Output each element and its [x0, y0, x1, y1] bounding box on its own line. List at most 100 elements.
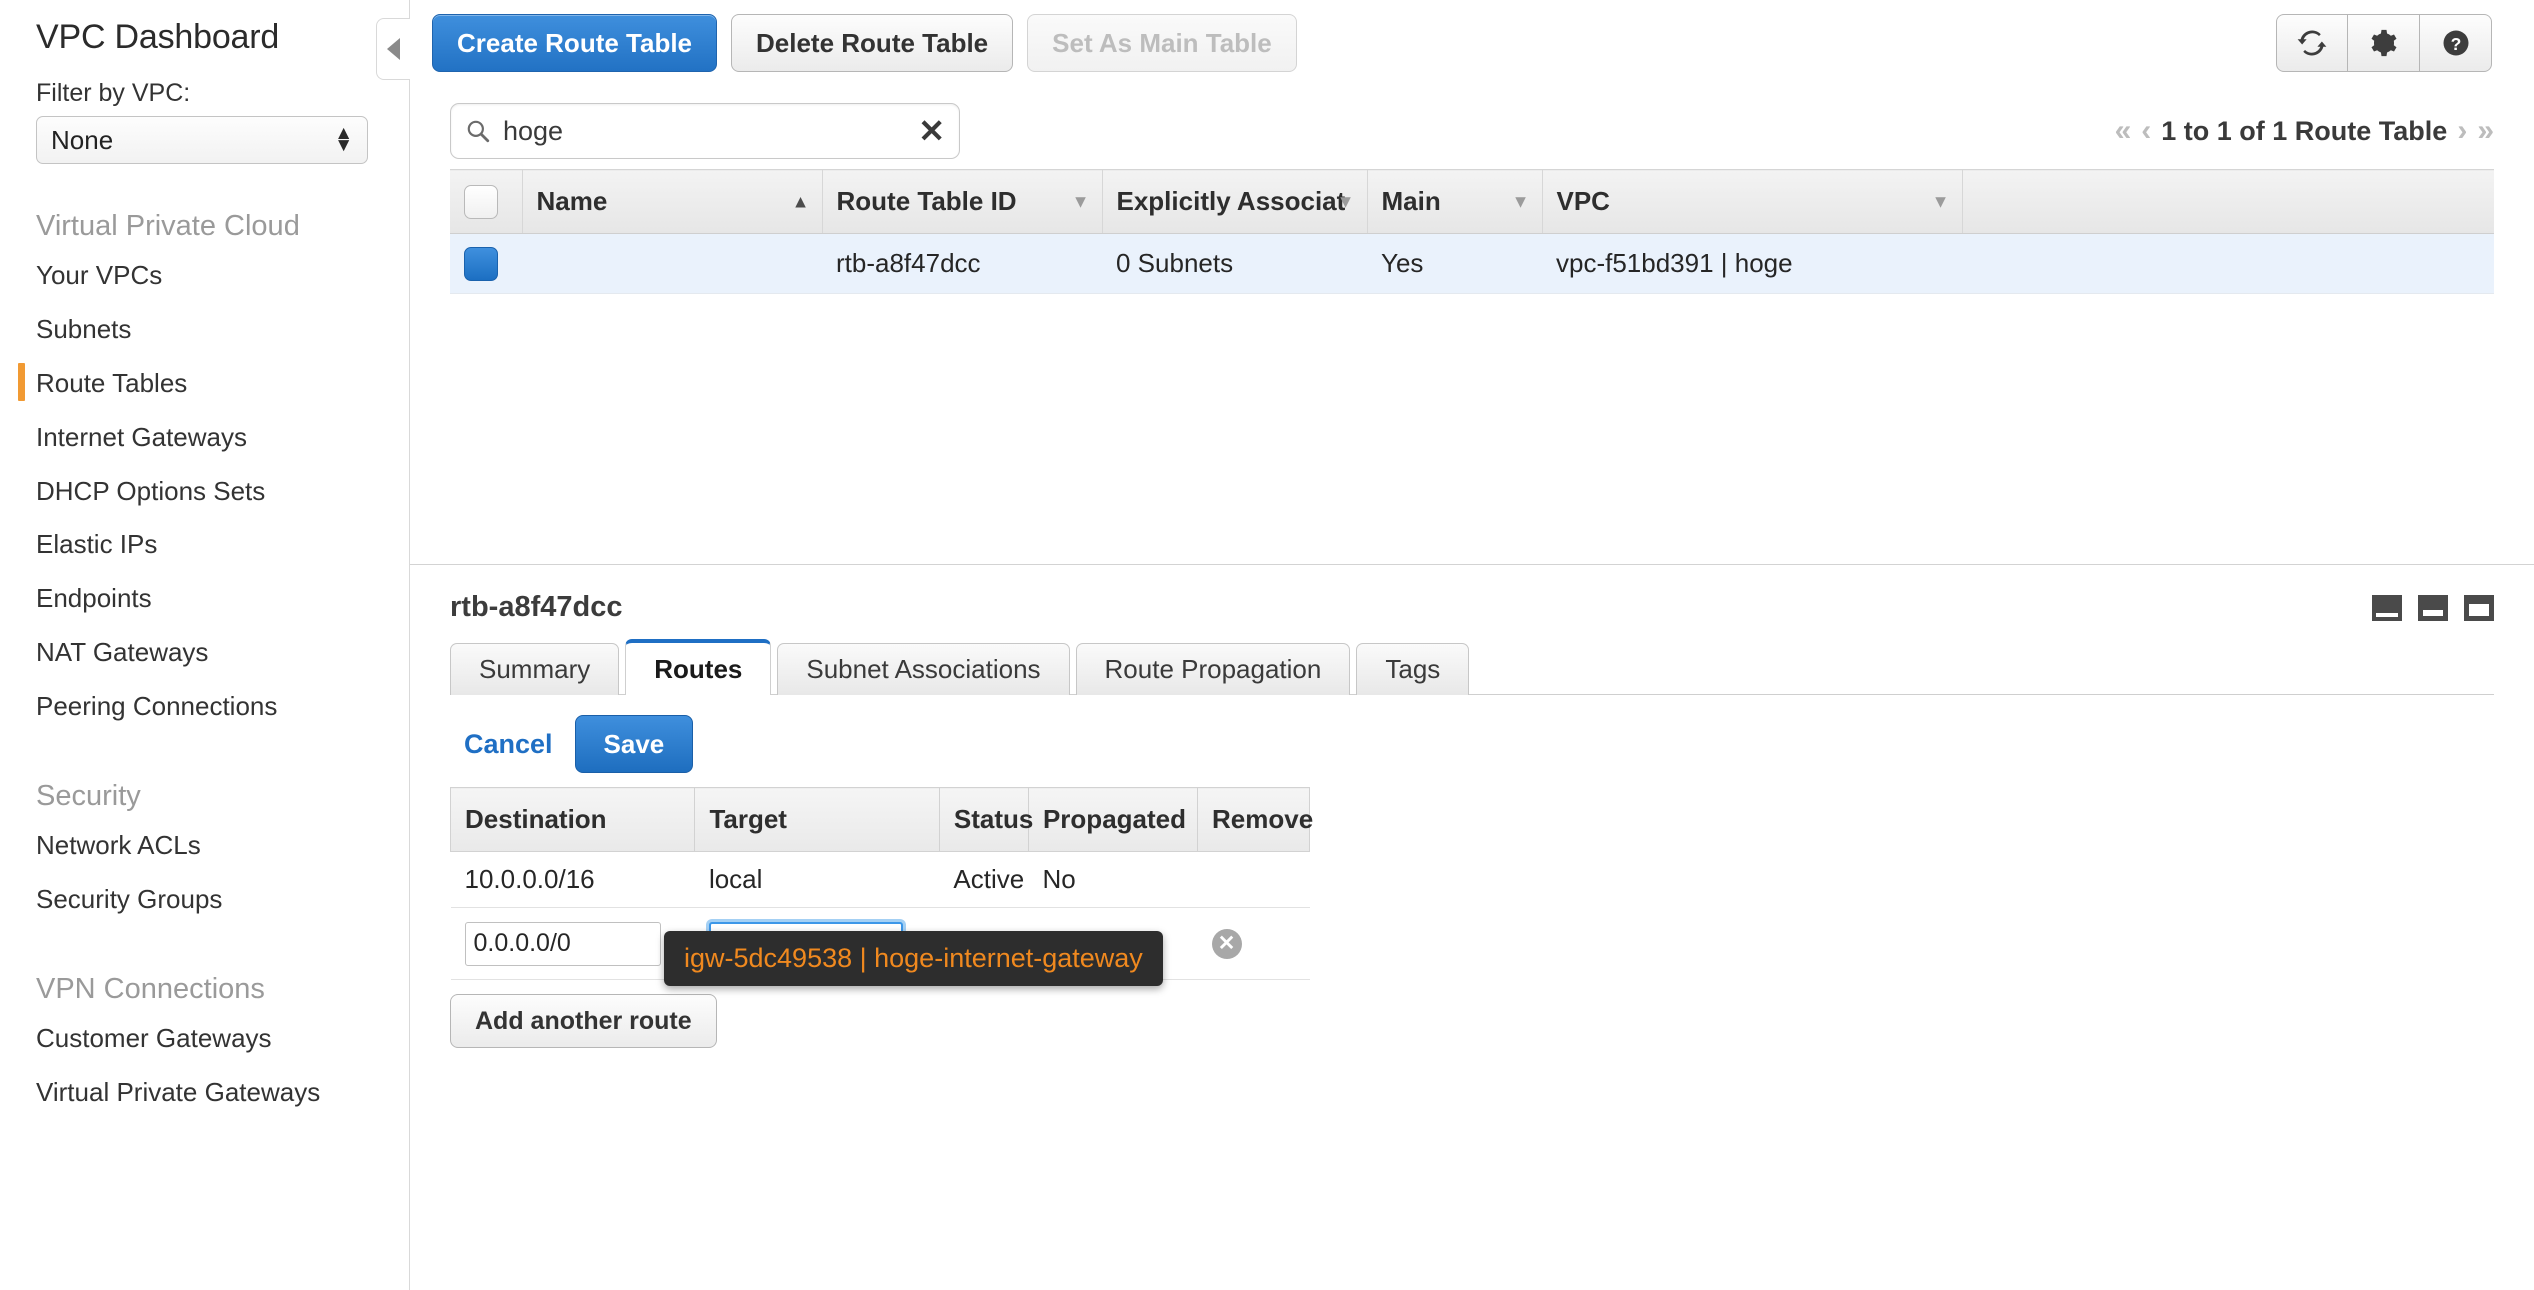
panel-small-icon[interactable]	[2372, 594, 2402, 621]
route-propagated: No	[1028, 851, 1198, 908]
sidebar-item-nat-gateways[interactable]: NAT Gateways	[0, 626, 409, 680]
tab-routes[interactable]: Routes	[625, 639, 772, 695]
chevron-down-icon: ▼	[1511, 191, 1530, 211]
vpc-filter-wrap: None ▲ ▼	[0, 108, 409, 164]
sidebar-group-vpc: Virtual Private Cloud Your VPCs Subnets …	[0, 164, 409, 734]
select-all-header[interactable]	[450, 169, 522, 234]
settings-button[interactable]	[2348, 14, 2420, 72]
column-header-vpc[interactable]: VPC ▼	[1541, 169, 1962, 234]
sidebar-collapse-button[interactable]	[376, 18, 410, 80]
route-remove	[1197, 851, 1310, 908]
help-button[interactable]: ?	[2420, 14, 2492, 72]
sidebar-group-security: Security Network ACLs Security Groups	[0, 734, 409, 927]
column-header-explicitly-associated[interactable]: Explicitly Associat ▼	[1101, 169, 1367, 234]
sidebar-item-security-groups[interactable]: Security Groups	[0, 873, 409, 927]
list-empty-space	[410, 294, 2534, 564]
caret-left-icon	[387, 38, 400, 60]
row-select-cell[interactable]	[450, 233, 522, 294]
row-checkbox[interactable]	[464, 246, 498, 281]
sidebar-item-peering-connections[interactable]: Peering Connections	[0, 680, 409, 734]
detail-title: rtb-a8f47dcc	[450, 591, 623, 623]
sidebar-item-dhcp-options-sets[interactable]: DHCP Options Sets	[0, 465, 409, 519]
route-tables-table: Name ▲ Route Table ID ▼ Explicitly Assoc…	[450, 169, 2494, 294]
sidebar-item-route-tables[interactable]: Route Tables	[0, 357, 409, 411]
create-route-table-button[interactable]: Create Route Table	[432, 14, 718, 72]
pagination-prev-icon[interactable]: ‹	[2141, 114, 2151, 148]
column-label: Route Table ID	[836, 186, 1017, 216]
routes-column-destination: Destination	[449, 787, 696, 852]
chevron-down-icon: ▼	[1336, 191, 1355, 211]
tab-summary[interactable]: Summary	[450, 643, 620, 695]
cell-main: Yes	[1367, 233, 1542, 294]
sidebar-item-virtual-private-gateways[interactable]: Virtual Private Gateways	[0, 1066, 409, 1120]
sidebar-item-customer-gateways[interactable]: Customer Gateways	[0, 1012, 409, 1066]
svg-text:?: ?	[2450, 34, 2461, 54]
toolbar: Create Route Table Delete Route Table Se…	[410, 0, 2534, 95]
pagination-last-icon[interactable]: »	[2477, 114, 2494, 148]
panel-medium-icon[interactable]	[2418, 594, 2448, 621]
pagination-label: 1 to 1 of 1 Route Table	[2161, 115, 2448, 146]
pagination-first-icon[interactable]: «	[2115, 114, 2132, 148]
detail-tabs: Summary Routes Subnet Associations Route…	[450, 638, 2494, 695]
cell-name	[522, 233, 822, 294]
routes-actions: Cancel Save	[450, 695, 2494, 787]
toolbar-icon-group: ?	[2276, 14, 2492, 72]
sidebar-group-label: Security	[36, 780, 141, 813]
sidebar-item-subnets[interactable]: Subnets	[0, 303, 409, 357]
set-as-main-table-button[interactable]: Set As Main Table	[1027, 14, 1297, 72]
sidebar-item-network-acls[interactable]: Network ACLs	[0, 819, 409, 873]
add-route-row: Add another route	[450, 980, 2494, 1048]
route-destination: 10.0.0.0/16	[450, 851, 695, 908]
routes-column-remove: Remove	[1197, 787, 1313, 852]
sidebar: VPC Dashboard Filter by VPC: None ▲ ▼ Vir…	[0, 0, 410, 1290]
sidebar-item-elastic-ips[interactable]: Elastic IPs	[0, 518, 409, 572]
target-autocomplete-option[interactable]: igw-5dc49538 | hoge-internet-gateway	[664, 931, 1163, 986]
add-another-route-button[interactable]: Add another route	[450, 994, 717, 1048]
column-label: VPC	[1556, 186, 1610, 216]
tab-tags[interactable]: Tags	[1356, 643, 1470, 695]
column-label: Name	[536, 186, 608, 216]
tab-subnet-associations[interactable]: Subnet Associations	[777, 643, 1070, 695]
select-all-checkbox[interactable]	[464, 184, 498, 219]
column-header-name[interactable]: Name ▲	[521, 169, 822, 234]
save-button[interactable]: Save	[574, 715, 694, 773]
search-box[interactable]: ✕	[450, 103, 960, 159]
sidebar-item-internet-gateways[interactable]: Internet Gateways	[0, 411, 409, 465]
column-header-main[interactable]: Main ▼	[1366, 169, 1542, 234]
search-icon	[467, 120, 490, 143]
vpc-filter-select[interactable]: None ▲ ▼	[36, 116, 368, 164]
search-input[interactable]	[503, 115, 919, 147]
sidebar-group-vpn: VPN Connections Customer Gateways Virtua…	[0, 927, 409, 1120]
cancel-button[interactable]: Cancel	[464, 729, 553, 760]
detail-header: rtb-a8f47dcc	[450, 565, 2494, 638]
page-title: VPC Dashboard	[36, 18, 280, 56]
route-remove-cell[interactable]: ✕	[1197, 907, 1310, 980]
detail-panel: rtb-a8f47dcc Summary Routes Subnet Assoc…	[410, 564, 2534, 1290]
sidebar-group-label: VPN Connections	[36, 972, 265, 1005]
stepper-arrows-icon: ▲ ▼	[334, 123, 353, 156]
panel-large-icon[interactable]	[2464, 594, 2494, 621]
refresh-button[interactable]	[2276, 14, 2348, 72]
vpc-filter-value: None	[51, 124, 114, 155]
route-destination-cell[interactable]	[450, 907, 695, 980]
sidebar-group-label: Virtual Private Cloud	[36, 210, 300, 242]
cell-spacer	[1962, 233, 2494, 294]
search-row: ✕ « ‹ 1 to 1 of 1 Route Table › »	[410, 95, 2534, 169]
column-header-spacer	[1961, 169, 2494, 234]
route-destination-input[interactable]	[464, 921, 661, 966]
sidebar-item-endpoints[interactable]: Endpoints	[0, 572, 409, 626]
tab-route-propagation[interactable]: Route Propagation	[1075, 643, 1351, 695]
pagination-next-icon[interactable]: ›	[2457, 114, 2467, 148]
help-icon: ?	[2443, 30, 2468, 56]
column-label: Main	[1381, 186, 1441, 216]
delete-route-table-button[interactable]: Delete Route Table	[731, 14, 1014, 72]
remove-icon[interactable]: ✕	[1211, 928, 1242, 959]
chevron-down-icon: ▼	[1931, 191, 1950, 211]
sidebar-item-your-vpcs[interactable]: Your VPCs	[0, 249, 409, 303]
table-row[interactable]: rtb-a8f47dcc 0 Subnets Yes vpc-f51bd391 …	[450, 233, 2494, 294]
search-clear-icon[interactable]: ✕	[918, 115, 945, 147]
column-header-route-table-id[interactable]: Route Table ID ▼	[821, 169, 1102, 234]
routes-column-target: Target	[694, 787, 940, 852]
route-status: Active	[939, 851, 1029, 908]
routes-header-row: Destination Target Status Propagated Rem…	[449, 787, 1313, 852]
